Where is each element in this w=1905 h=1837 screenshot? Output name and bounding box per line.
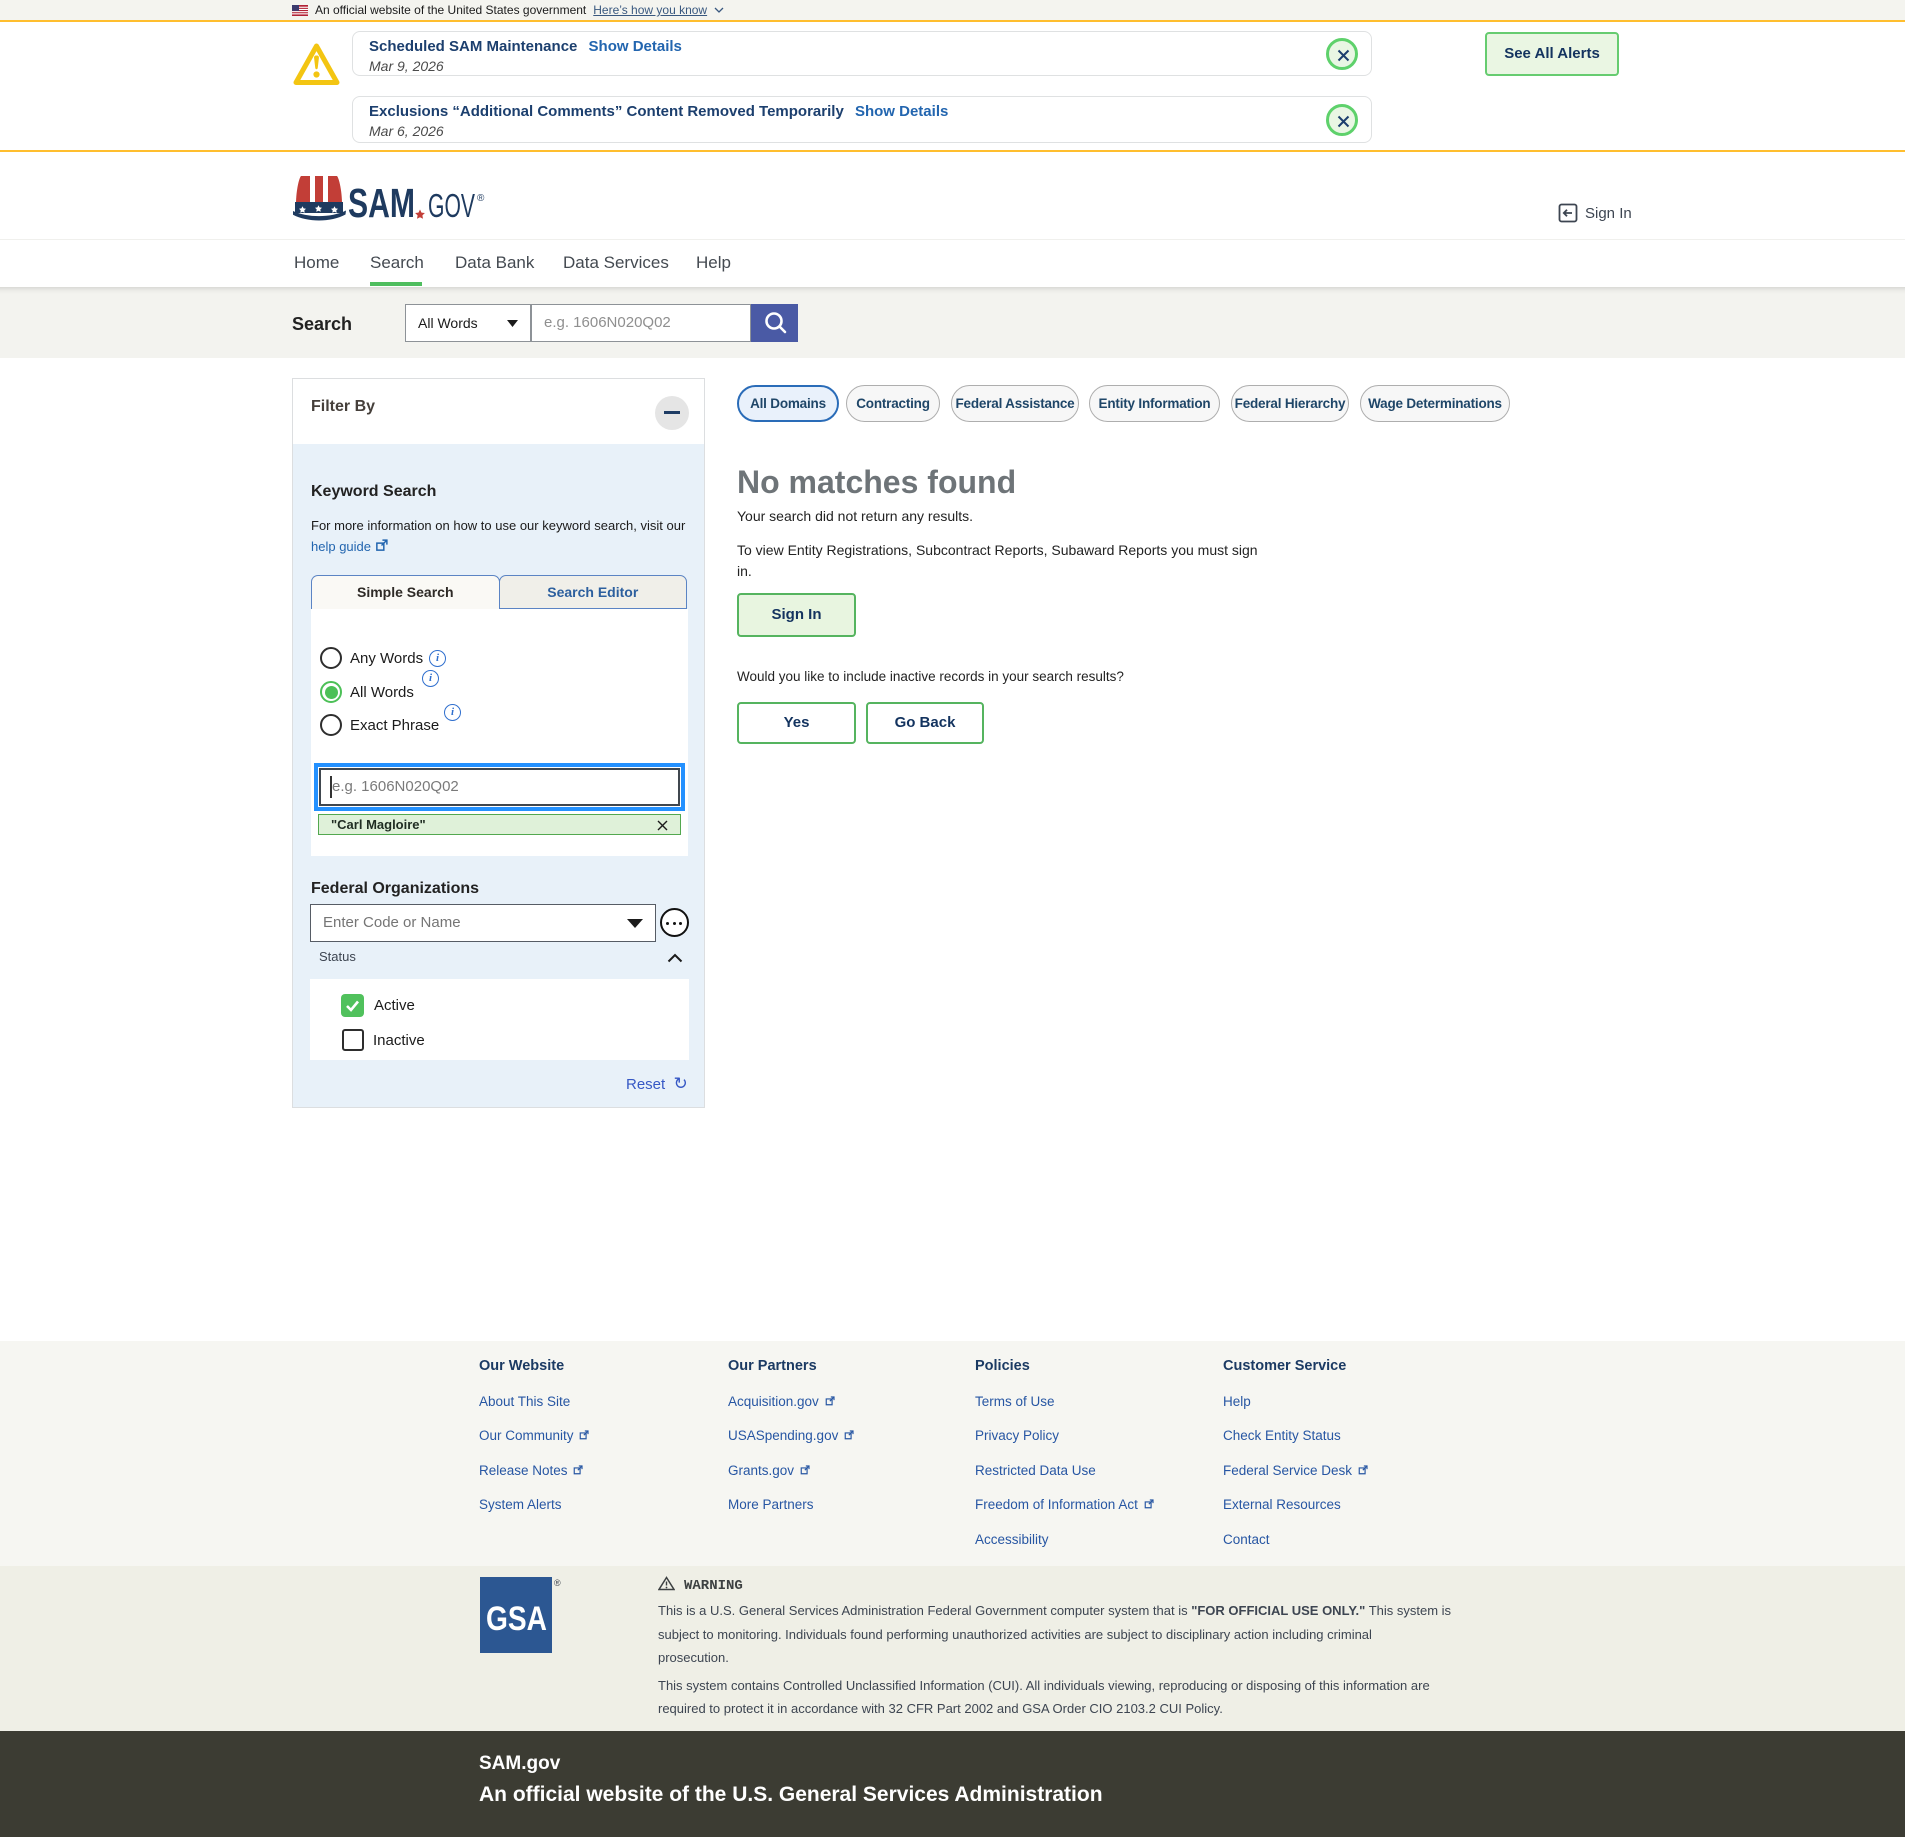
svg-text:®: ® [554, 1578, 561, 1588]
svg-text:GOV: GOV [428, 187, 475, 224]
svg-text:GSA: GSA [486, 1600, 547, 1638]
svg-text:®: ® [477, 193, 485, 204]
svg-text:SAM: SAM [348, 180, 415, 224]
